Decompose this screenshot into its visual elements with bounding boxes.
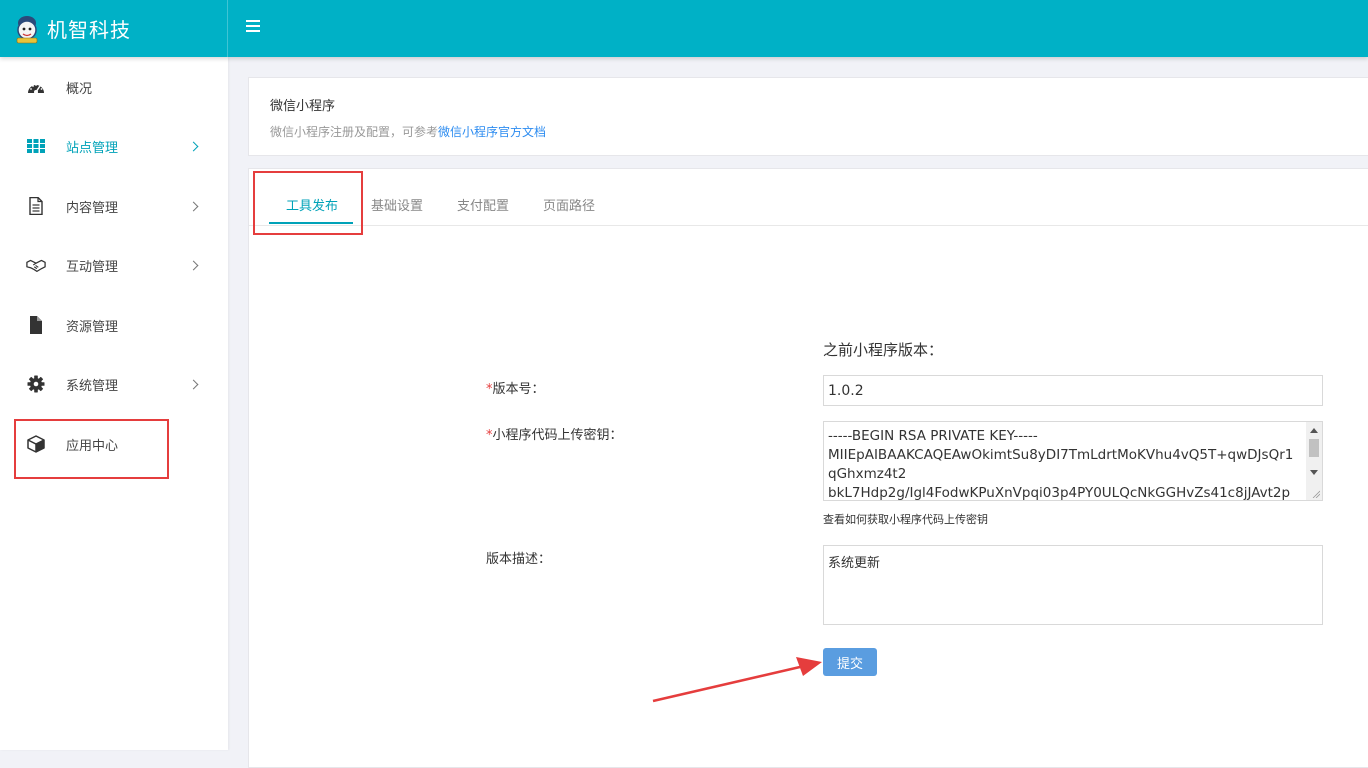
upload-key-value: -----BEGIN RSA PRIVATE KEY----- MIIEpAIB… [828,428,1294,501]
version-label: *版本号： [486,378,545,397]
previous-version-label: 之前小程序版本： [823,341,944,359]
file-icon [30,316,42,334]
brand[interactable]: 机智科技 [0,0,228,57]
sidebar-item-label: 站点管理 [66,140,119,156]
submit-button[interactable]: 提交 [823,648,877,676]
chevron-right-icon [188,379,199,389]
chevron-right-icon [188,201,199,211]
scroll-up-arrow-icon[interactable] [1310,428,1318,433]
version-label-text: 版本号： [492,382,545,397]
sidebar-item-system-management[interactable]: 系统管理 [0,364,228,404]
sidebar-item-content-management[interactable]: 内容管理 [0,186,228,226]
page-title: 微信小程序 [270,99,336,114]
sidebar-item-interaction-management[interactable]: 互动管理 [0,245,228,285]
mascot-logo [16,15,38,43]
upload-key-textarea[interactable]: -----BEGIN RSA PRIVATE KEY----- MIIEpAIB… [823,421,1323,501]
sidebar-item-label: 内容管理 [66,200,119,216]
sidebar-item-overview[interactable]: 概况 [0,67,228,107]
gear-icon [27,375,45,393]
version-input[interactable] [823,375,1323,406]
top-bar: 机智科技 [0,0,1368,57]
cube-icon [27,435,45,453]
sidebar-item-label: 应用中心 [66,438,119,454]
grid-icon [27,139,45,153]
sidebar: 概况 站点管理 内容管理 互动管理 资源管理 系统管理 应用中心 [0,57,228,750]
sidebar-item-site-management[interactable]: 站点管理 [0,126,228,166]
resize-grip-icon[interactable] [1312,490,1320,498]
scroll-down-arrow-icon[interactable] [1310,470,1318,475]
dashboard-icon [28,84,44,94]
docs-link[interactable]: 微信小程序官方文档 [438,125,546,139]
scroll-thumb[interactable] [1309,439,1319,457]
tab-basic-settings[interactable]: 基础设置 [371,195,423,214]
chevron-right-icon [188,141,199,151]
tab-tool-publish[interactable]: 工具发布 [286,195,338,214]
tab-payment-config[interactable]: 支付配置 [457,195,509,214]
description-textarea[interactable]: 系统更新 [823,545,1323,625]
page-header-card: 微信小程序 微信小程序注册及配置，可参考微信小程序官方文档 [248,77,1368,156]
page-description: 微信小程序注册及配置，可参考微信小程序官方文档 [270,123,546,140]
sidebar-item-label: 系统管理 [66,378,119,394]
page-description-text: 微信小程序注册及配置，可参考 [270,125,439,139]
sidebar-item-label: 概况 [66,81,93,97]
active-tab-indicator [269,222,353,224]
tab-bar: 工具发布 基础设置 支付配置 页面路径 [249,169,1368,226]
textarea-scrollbar[interactable] [1306,422,1322,500]
brand-name: 机智科技 [47,18,131,42]
upload-key-help-link[interactable]: 查看如何获取小程序代码上传密钥 [823,511,988,527]
description-label: 版本描述： [486,552,552,567]
sidebar-item-resource-management[interactable]: 资源管理 [0,305,228,345]
handshake-icon [26,259,46,272]
sidebar-item-label: 资源管理 [66,319,119,335]
sidebar-item-label: 互动管理 [66,259,119,275]
upload-key-label: *小程序代码上传密钥： [486,424,623,443]
tab-page-paths[interactable]: 页面路径 [543,195,595,214]
hamburger-icon[interactable] [246,20,260,36]
document-icon [29,197,43,215]
upload-key-label-text: 小程序代码上传密钥： [492,428,623,443]
sidebar-item-app-center[interactable]: 应用中心 [0,424,228,464]
chevron-right-icon [188,260,199,270]
